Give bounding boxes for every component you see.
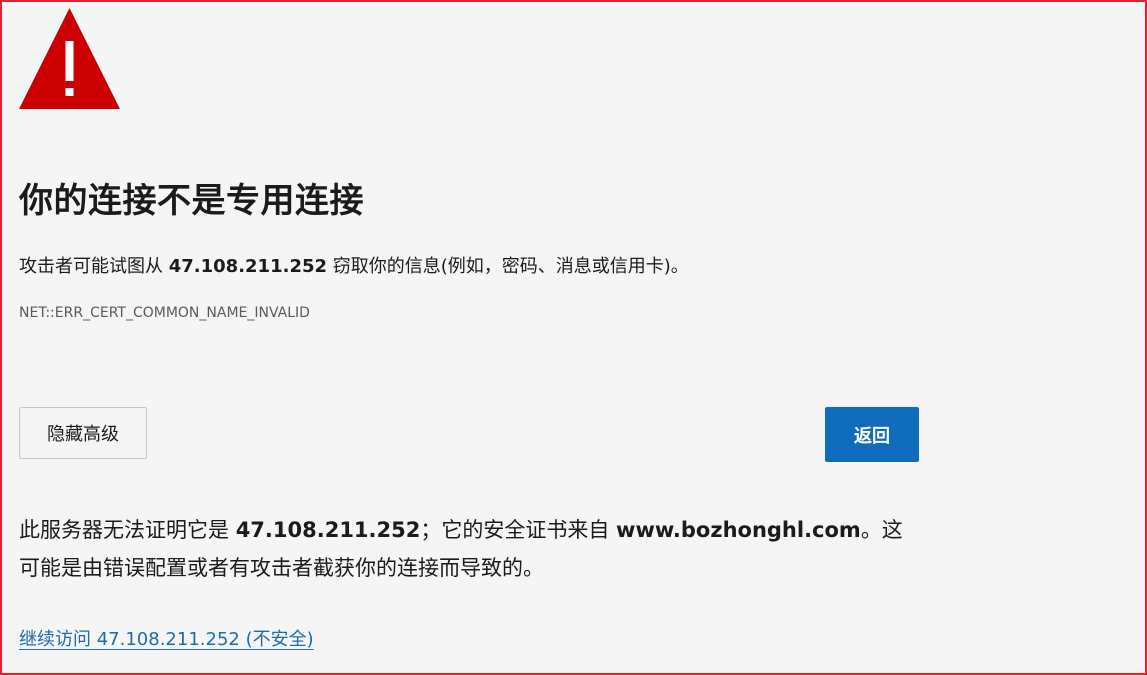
button-row: 隐藏高级 返回	[19, 407, 919, 462]
description-suffix: 窃取你的信息(例如，密码、消息或信用卡)。	[327, 256, 689, 277]
explanation-ip: 47.108.211.252	[235, 518, 421, 542]
explanation-host: www.bozhonghl.com	[616, 518, 861, 542]
warning-triangle-icon	[19, 8, 120, 109]
explanation-part1: 此服务器无法证明它是	[19, 518, 236, 542]
error-page: 你的连接不是专用连接 攻击者可能试图从 47.108.211.252 窃取你的信…	[19, 8, 919, 651]
back-button[interactable]: 返回	[825, 407, 919, 462]
description-prefix: 攻击者可能试图从	[19, 256, 169, 277]
page-title: 你的连接不是专用连接	[19, 181, 364, 221]
advanced-explanation: 此服务器无法证明它是 47.108.211.252；它的安全证书来自 www.b…	[19, 511, 919, 587]
explanation-part2: ；它的安全证书来自	[420, 518, 617, 542]
error-description: 攻击者可能试图从 47.108.211.252 窃取你的信息(例如，密码、消息或…	[19, 253, 919, 281]
proceed-unsafe-link[interactable]: 继续访问 47.108.211.252 (不安全)	[19, 625, 314, 651]
hide-advanced-button[interactable]: 隐藏高级	[19, 407, 147, 459]
description-ip: 47.108.211.252	[168, 256, 328, 277]
error-code: NET::ERR_CERT_COMMON_NAME_INVALID	[19, 305, 310, 321]
